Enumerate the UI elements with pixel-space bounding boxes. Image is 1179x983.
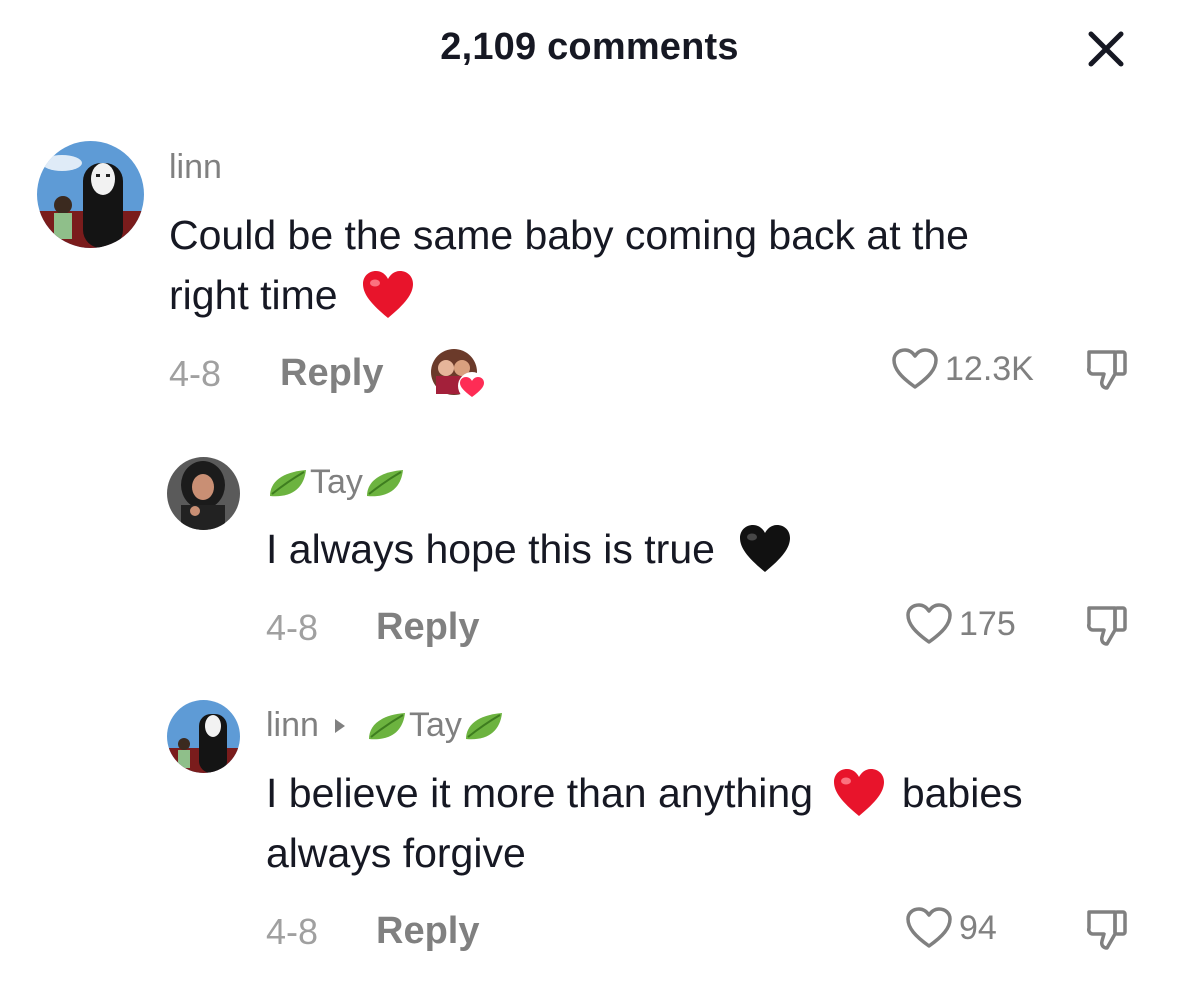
reply-to-username[interactable]: Tay xyxy=(409,706,462,745)
like-button[interactable]: 12.3K xyxy=(891,347,1034,391)
avatar[interactable] xyxy=(167,457,240,530)
comment-text: Could be the same baby coming back at th… xyxy=(169,205,969,325)
black-heart-icon xyxy=(740,525,791,573)
reply-button[interactable]: Reply xyxy=(376,606,479,649)
close-icon[interactable] xyxy=(1083,26,1129,72)
comment-username[interactable]: linn xyxy=(169,148,222,187)
heart-outline-icon xyxy=(906,603,952,644)
dislike-icon[interactable] xyxy=(1085,908,1131,957)
comment-date: 4-8 xyxy=(266,911,319,952)
leaf-icon xyxy=(366,469,403,496)
red-heart-icon xyxy=(363,271,414,319)
comment-username-linn[interactable]: linn xyxy=(266,706,319,745)
avatar[interactable] xyxy=(167,700,240,773)
like-count: 12.3K xyxy=(945,349,1034,388)
dislike-icon[interactable] xyxy=(1085,348,1131,397)
comment-username[interactable]: Tay xyxy=(266,463,407,502)
like-button[interactable]: 175 xyxy=(905,602,1016,646)
like-button[interactable]: 94 xyxy=(905,906,997,950)
like-count: 94 xyxy=(959,908,997,947)
avatar[interactable] xyxy=(37,141,144,248)
comment-text: I believe it more than anything babies a… xyxy=(266,763,1023,883)
reply-button[interactable]: Reply xyxy=(376,910,479,953)
comment-date: 4-8 xyxy=(266,607,319,648)
comments-sheet: 2,109 comments linn Could be the same ba… xyxy=(0,0,1179,983)
comments-count-title: 2,109 comments xyxy=(440,26,739,68)
comment-text-line: always forgive xyxy=(266,830,526,876)
leaf-icon xyxy=(270,469,306,496)
reply-button[interactable]: Reply xyxy=(280,352,383,395)
comment-text-line: Could be the same baby coming back at th… xyxy=(169,212,969,258)
heart-outline-icon xyxy=(906,907,952,948)
red-heart-icon xyxy=(834,769,885,817)
dislike-icon[interactable] xyxy=(1085,604,1131,653)
reply-arrow-icon xyxy=(334,718,345,733)
heart-outline-icon xyxy=(892,348,938,389)
comment-date: 4-8 xyxy=(169,353,222,394)
comment-text: I always hope this is true xyxy=(266,519,792,579)
comment-text-line: right time xyxy=(169,272,338,318)
leaf-icon xyxy=(465,712,502,739)
creator-liked-avatar xyxy=(430,348,486,400)
like-count: 175 xyxy=(959,604,1016,643)
leaf-icon xyxy=(368,712,405,739)
comment-username: linn Tay xyxy=(266,706,506,745)
